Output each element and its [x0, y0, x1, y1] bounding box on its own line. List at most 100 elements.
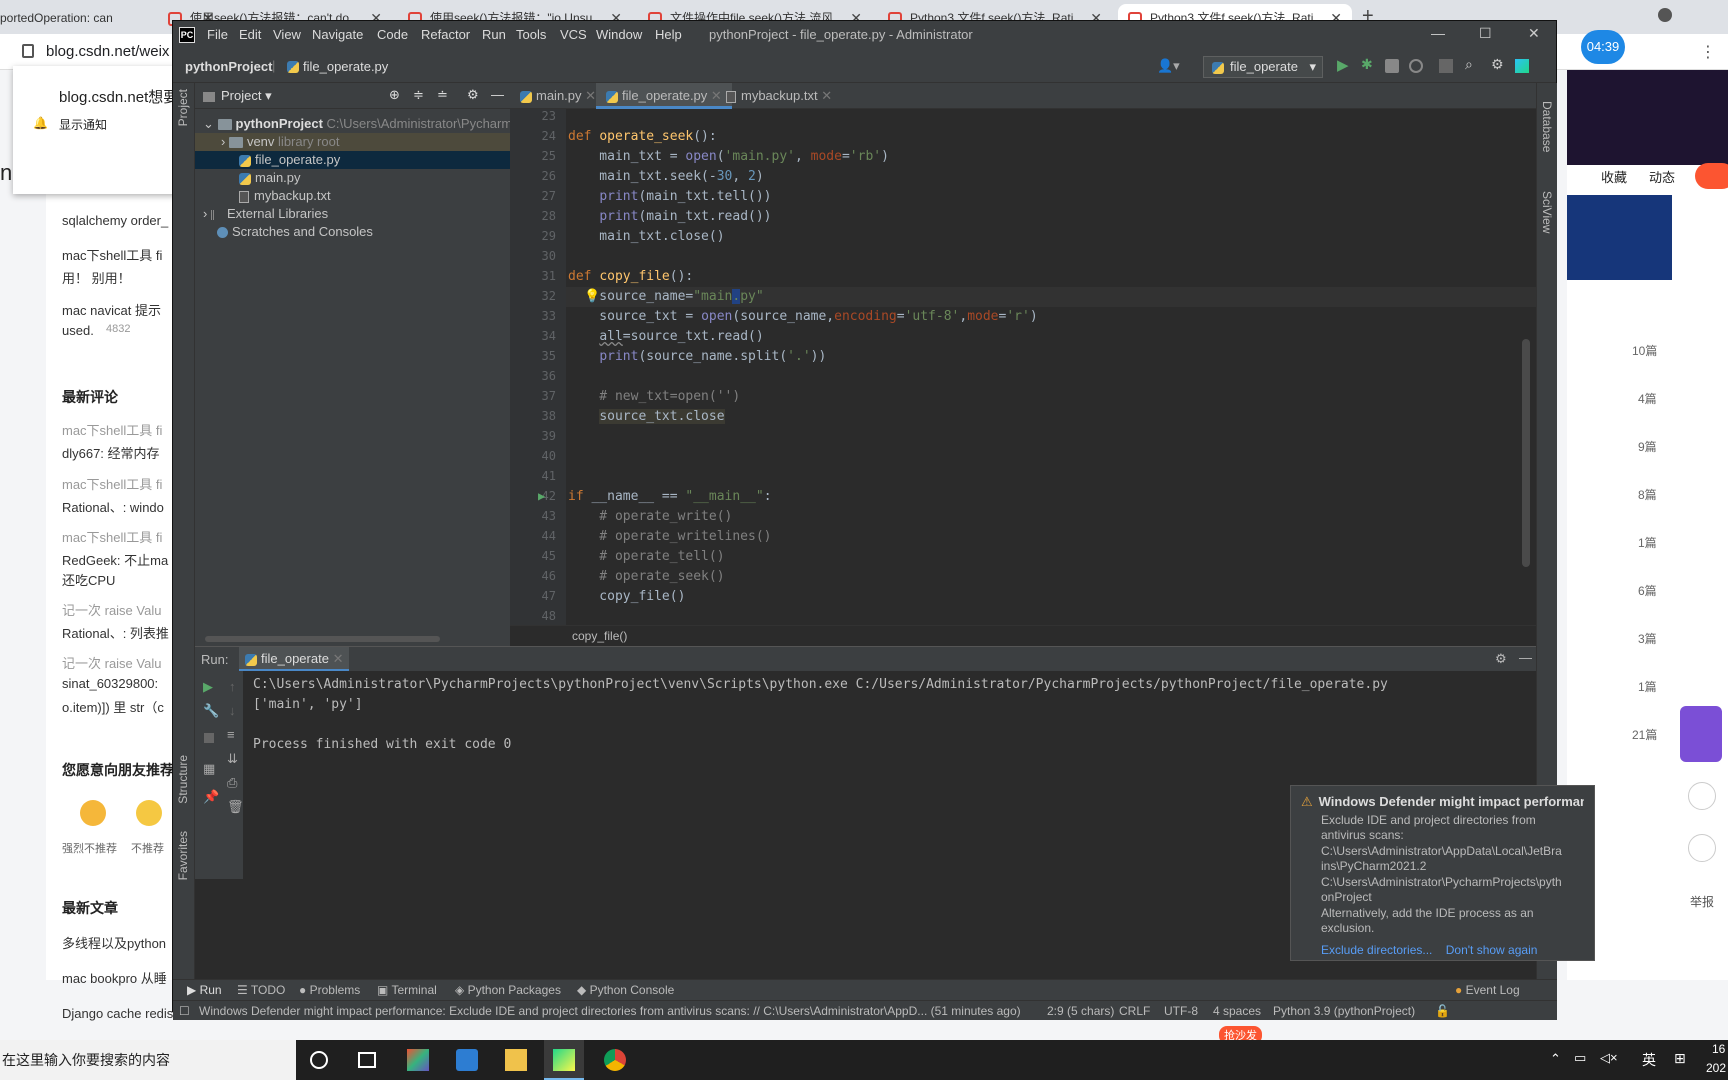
database-tool-tab[interactable]: Database [1540, 101, 1554, 152]
interpreter[interactable]: Python 3.9 (pythonProject) [1273, 1004, 1415, 1018]
project-tool-tab[interactable]: Project [176, 89, 190, 126]
run-gutter-icon[interactable]: ▶ [538, 489, 545, 503]
tree-file[interactable]: mybackup.txt [195, 187, 510, 205]
collapse-all-icon[interactable]: ≐ [437, 87, 448, 103]
file-explorer-icon[interactable] [505, 1049, 527, 1071]
article-link[interactable]: mac bookpro 从睡 [62, 968, 167, 987]
user-icon[interactable]: 👤▾ [1157, 58, 1180, 74]
run-icon[interactable]: ▶ [1337, 56, 1349, 74]
hide-icon[interactable]: — [1519, 650, 1532, 665]
lock-icon[interactable]: 🔓 [1435, 1004, 1450, 1018]
horizontal-scrollbar[interactable] [205, 636, 440, 642]
clock-time[interactable]: 16 [1712, 1042, 1725, 1056]
article-link[interactable]: sqlalchemy order_ [62, 213, 168, 228]
close-icon[interactable]: ✕ [585, 88, 596, 103]
status-toggle-icon[interactable]: ☐ [179, 1004, 190, 1018]
task-view-icon[interactable] [358, 1052, 376, 1068]
tree-file[interactable]: file_operate.py [195, 151, 510, 169]
menu-help[interactable]: Help [655, 27, 682, 42]
tree-external-libraries[interactable]: › External Libraries [195, 205, 510, 223]
tab-mybackup-txt[interactable]: mybackup.txt ✕ [716, 83, 842, 109]
menu-run[interactable]: Run [482, 27, 506, 42]
article-link[interactable]: used. [62, 323, 94, 338]
menu-vcs[interactable]: VCS [560, 27, 587, 42]
problems-tool-tab[interactable]: ● Problems [299, 983, 360, 997]
tab-search-icon[interactable] [1658, 8, 1672, 22]
run-config-select[interactable]: file_operate ▾ [1203, 56, 1323, 78]
soft-wrap-icon[interactable]: ≡ [227, 727, 235, 742]
python-packages-tool-tab[interactable]: ◈ Python Packages [455, 983, 561, 997]
menu-code[interactable]: Code [377, 27, 408, 42]
locate-icon[interactable]: ⊕ [389, 87, 400, 103]
comment-source[interactable]: 记一次 raise Valu [62, 653, 161, 672]
layout-icon[interactable]: ▦ [203, 761, 215, 777]
run-tab[interactable]: file_operate ✕ [239, 647, 350, 672]
menu-window[interactable]: Window [596, 27, 642, 42]
close-icon[interactable]: ✕ [333, 651, 344, 666]
menu-file[interactable]: File [207, 27, 228, 42]
write-button[interactable] [1695, 163, 1728, 189]
terminal-tool-tab[interactable]: ▣ Terminal [377, 983, 437, 997]
profile-icon[interactable] [1409, 59, 1423, 73]
activity-link[interactable]: 动态 [1649, 167, 1675, 186]
rerun-icon[interactable]: ▶ [203, 679, 213, 695]
volume-icon[interactable]: ◁× [1600, 1050, 1618, 1066]
code-breadcrumb[interactable]: copy_file() [510, 625, 1536, 646]
print-icon[interactable]: ⎙ [227, 775, 237, 791]
gear-icon[interactable]: ⚙ [1491, 56, 1504, 73]
report-link[interactable]: 举报 [1690, 893, 1714, 910]
chrome-icon[interactable] [604, 1049, 626, 1071]
git-app-icon[interactable] [407, 1049, 429, 1071]
up-icon[interactable]: ↑ [229, 679, 236, 694]
vertical-scrollbar[interactable] [1522, 339, 1530, 567]
scroll-end-icon[interactable]: ⇊ [227, 751, 238, 767]
minimize-icon[interactable]: — [1431, 25, 1445, 41]
close-icon[interactable]: ✕ [821, 88, 832, 103]
tab-main-py[interactable]: main.py ✕ [510, 83, 606, 109]
edit-icon[interactable] [1688, 782, 1716, 810]
close-icon[interactable]: ✕ [1528, 25, 1540, 42]
pycharm-taskbar-active[interactable] [544, 1040, 584, 1080]
stop-icon[interactable] [204, 733, 214, 743]
angry-emoji-icon[interactable] [80, 800, 106, 826]
cortana-icon[interactable] [310, 1051, 328, 1069]
ime-indicator[interactable]: 英 [1642, 1050, 1656, 1070]
status-message[interactable]: Windows Defender might impact performanc… [199, 1004, 1021, 1018]
sciview-tool-tab[interactable]: SciView [1540, 191, 1554, 233]
coverage-icon[interactable] [1385, 59, 1399, 73]
popup-item[interactable]: 显示通知 [59, 116, 107, 133]
jetbrains-icon[interactable] [1515, 59, 1529, 73]
menu-tools[interactable]: Tools [516, 27, 546, 42]
gear-icon[interactable]: ⚙ [467, 87, 479, 103]
run-tool-tab[interactable]: ▶ Run [187, 983, 222, 997]
tab-file-operate-py[interactable]: file_operate.py ✕ [596, 83, 732, 109]
favorites-link[interactable]: 收藏 [1601, 167, 1627, 186]
taskbar-search[interactable]: 在这里输入你要搜索的内容 [0, 1040, 296, 1080]
event-log-tool-tab[interactable]: ● Event Log [1455, 983, 1520, 997]
tree-scratches[interactable]: Scratches and Consoles [195, 223, 510, 241]
comment-source[interactable]: 记一次 raise Valu [62, 600, 161, 619]
comment-source[interactable]: mac下shell工具 fi [62, 474, 162, 493]
structure-tool-tab[interactable]: Structure [176, 755, 190, 804]
file-encoding[interactable]: UTF-8 [1164, 1004, 1198, 1018]
article-link[interactable]: mac下shell工具 fi [62, 245, 162, 264]
vscode-icon[interactable] [456, 1049, 478, 1071]
article-link[interactable]: 多线程以及python [62, 933, 166, 952]
down-icon[interactable]: ↓ [229, 703, 236, 718]
dont-show-again-link[interactable]: Don't show again [1446, 943, 1538, 957]
menu-navigate[interactable]: Navigate [312, 27, 363, 42]
ime-mode-icon[interactable]: ⊞ [1674, 1050, 1686, 1067]
gear-icon[interactable]: ⚙ [1495, 651, 1507, 667]
tree-file[interactable]: main.py [195, 169, 510, 187]
tray-chevron-icon[interactable]: ⌃ [1550, 1051, 1561, 1067]
exclude-directories-link[interactable]: Exclude directories... [1321, 943, 1432, 957]
trash-icon[interactable]: 🗑 [227, 799, 244, 815]
tree-venv[interactable]: › venv library root [195, 133, 510, 151]
expand-all-icon[interactable]: ≑ [413, 87, 424, 103]
url-text[interactable]: blog.csdn.net/weix [46, 43, 169, 60]
intention-bulb-icon[interactable]: 💡 [584, 289, 600, 304]
code-editor[interactable]: ⚠2 ⚠9 ⌃ ⌄ 232425262728293031323334353637… [510, 109, 1536, 625]
stop-icon[interactable] [1439, 59, 1453, 73]
network-icon[interactable]: ▭ [1574, 1050, 1586, 1066]
unhappy-emoji-icon[interactable] [136, 800, 162, 826]
